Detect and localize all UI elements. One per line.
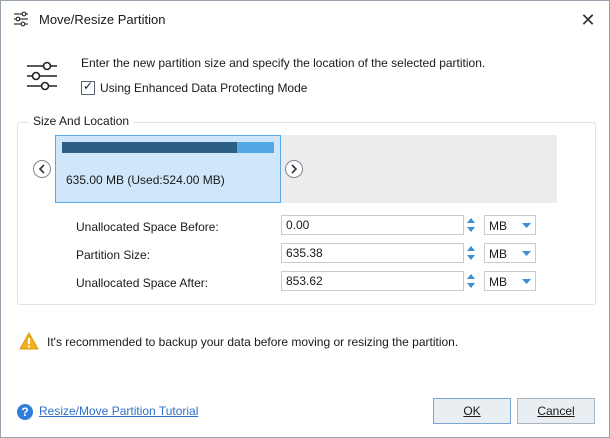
size-location-label: Size And Location — [29, 114, 134, 128]
partition-size-input[interactable]: 635.38 — [281, 243, 464, 263]
cancel-button-label: Cancel — [537, 404, 575, 418]
unallocated-before-unit-select[interactable]: MB — [484, 215, 536, 235]
spin-arrows-icon — [467, 246, 475, 260]
sliders-icon — [14, 11, 28, 27]
partition-size-unit-select[interactable]: MB — [484, 243, 536, 263]
partition-used-bar — [62, 142, 237, 153]
spin-arrows-icon — [467, 274, 475, 288]
ok-button[interactable]: OK — [433, 398, 511, 424]
partition-size-label: 635.00 MB (Used:524.00 MB) — [66, 173, 225, 187]
partition-size-spinner[interactable] — [464, 243, 478, 263]
unallocated-after-unit-select[interactable]: MB — [484, 271, 536, 291]
close-icon: ✕ — [580, 10, 596, 30]
chevron-right-icon — [291, 164, 298, 174]
chevron-left-icon — [38, 164, 45, 174]
warning-text: It's recommended to backup your data bef… — [47, 335, 459, 349]
dropdown-arrow-icon — [522, 223, 531, 228]
enhanced-protect-label: Using Enhanced Data Protecting Mode — [100, 81, 308, 95]
warning-icon — [19, 332, 39, 350]
help-icon[interactable]: ? — [17, 404, 33, 420]
move-right-button[interactable] — [285, 160, 303, 178]
tutorial-link[interactable]: Resize/Move Partition Tutorial — [39, 404, 198, 418]
enhanced-protect-checkbox[interactable]: ✓ — [81, 79, 95, 95]
ok-button-label: OK — [463, 404, 481, 418]
dropdown-arrow-icon — [522, 251, 531, 256]
unit-value: MB — [489, 247, 507, 261]
checkmark-icon: ✓ — [83, 79, 94, 93]
unit-value: MB — [489, 219, 507, 233]
unallocated-before-label: Unallocated Space Before: — [76, 220, 219, 234]
partition-size-field-label: Partition Size: — [76, 248, 151, 262]
unallocated-before-spinner[interactable] — [464, 215, 478, 235]
unit-value: MB — [489, 275, 507, 289]
move-resize-dialog: Move/Resize Partition ✕ Enter the new pa… — [0, 0, 610, 438]
unallocated-after-input[interactable]: 853.62 — [281, 271, 464, 291]
partition-bar — [62, 142, 274, 153]
adjust-sliders-icon — [27, 61, 57, 91]
dropdown-arrow-icon — [522, 279, 531, 284]
unallocated-after-label: Unallocated Space After: — [76, 276, 209, 290]
move-left-button[interactable] — [33, 160, 51, 178]
spin-arrows-icon — [467, 218, 475, 232]
close-button[interactable]: ✕ — [577, 9, 599, 31]
partition-block[interactable]: 635.00 MB (Used:524.00 MB) — [55, 135, 281, 203]
intro-text: Enter the new partition size and specify… — [81, 56, 486, 70]
unallocated-before-input[interactable]: 0.00 — [281, 215, 464, 235]
unallocated-after-spinner[interactable] — [464, 271, 478, 291]
title-bar: Move/Resize Partition ✕ — [1, 1, 609, 37]
window-title: Move/Resize Partition — [39, 12, 166, 27]
cancel-button[interactable]: Cancel — [517, 398, 595, 424]
